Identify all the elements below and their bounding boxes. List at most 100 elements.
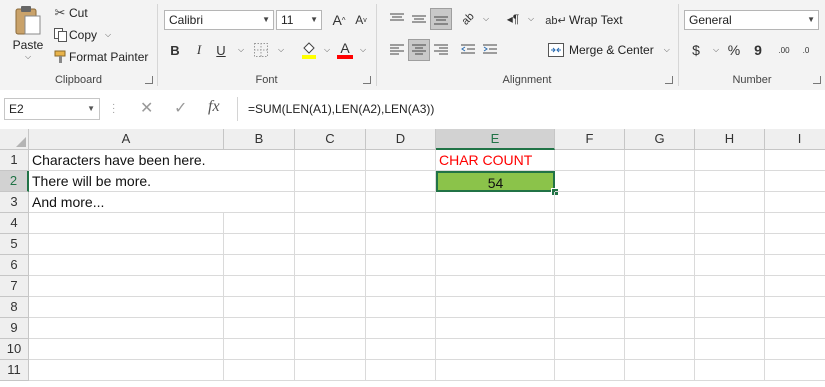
shrink-font-button[interactable]: Av bbox=[350, 9, 372, 31]
cell-d7[interactable] bbox=[366, 276, 436, 297]
cell-a3[interactable]: And more... bbox=[29, 192, 224, 213]
borders-button[interactable] bbox=[250, 39, 272, 61]
cell-a4[interactable] bbox=[29, 213, 224, 234]
cell-b6[interactable] bbox=[224, 255, 295, 276]
number-format-select[interactable]: General ▼ bbox=[684, 10, 819, 30]
cell-i10[interactable] bbox=[765, 339, 825, 360]
cell-g9[interactable] bbox=[625, 318, 695, 339]
cell-b7[interactable] bbox=[224, 276, 295, 297]
cell-d8[interactable] bbox=[366, 297, 436, 318]
italic-button[interactable]: I bbox=[188, 39, 210, 61]
chevron-down-icon[interactable]: ⌵ bbox=[360, 45, 366, 55]
cell-h5[interactable] bbox=[695, 234, 765, 255]
row-header-9[interactable]: 9 bbox=[0, 318, 29, 339]
cell-d1[interactable] bbox=[366, 150, 436, 171]
cell-g2[interactable] bbox=[625, 171, 695, 192]
cut-button[interactable]: ✂ Cut bbox=[52, 4, 88, 22]
cell-d3[interactable] bbox=[366, 192, 436, 213]
row-header-11[interactable]: 11 bbox=[0, 360, 29, 381]
cell-g10[interactable] bbox=[625, 339, 695, 360]
top-align-button[interactable] bbox=[386, 8, 408, 30]
cell-a6[interactable] bbox=[29, 255, 224, 276]
currency-button[interactable]: $ bbox=[685, 39, 707, 61]
chevron-down-icon[interactable]: ⌵ bbox=[483, 14, 489, 24]
cell-f9[interactable] bbox=[555, 318, 625, 339]
cell-g4[interactable] bbox=[625, 213, 695, 234]
percent-button[interactable]: % bbox=[723, 39, 745, 61]
cell-g6[interactable] bbox=[625, 255, 695, 276]
cell-b10[interactable] bbox=[224, 339, 295, 360]
cell-c2[interactable] bbox=[295, 171, 366, 192]
cell-f4[interactable] bbox=[555, 213, 625, 234]
cell-e2[interactable]: 54 bbox=[436, 171, 555, 192]
cell-i1[interactable] bbox=[765, 150, 825, 171]
row-header-8[interactable]: 8 bbox=[0, 297, 29, 318]
cell-g7[interactable] bbox=[625, 276, 695, 297]
chevron-down-icon[interactable]: ⌵ bbox=[238, 45, 244, 55]
cell-h7[interactable] bbox=[695, 276, 765, 297]
increase-decimal-button[interactable]: .00 bbox=[773, 39, 795, 61]
cell-e8[interactable] bbox=[436, 297, 555, 318]
indent-rtl-button[interactable]: ◂¶ bbox=[502, 8, 524, 30]
cell-g8[interactable] bbox=[625, 297, 695, 318]
align-right-button[interactable] bbox=[430, 39, 452, 61]
cell-f8[interactable] bbox=[555, 297, 625, 318]
cell-i5[interactable] bbox=[765, 234, 825, 255]
middle-align-button[interactable] bbox=[408, 8, 430, 30]
cell-f7[interactable] bbox=[555, 276, 625, 297]
cell-d2[interactable] bbox=[366, 171, 436, 192]
row-header-7[interactable]: 7 bbox=[0, 276, 29, 297]
formula-input[interactable]: =SUM(LEN(A1),LEN(A2),LEN(A3)) bbox=[237, 97, 825, 121]
cell-a9[interactable] bbox=[29, 318, 224, 339]
cell-c1[interactable] bbox=[295, 150, 366, 171]
font-dialog-launcher-icon[interactable] bbox=[363, 76, 371, 84]
cell-c8[interactable] bbox=[295, 297, 366, 318]
fill-color-button[interactable] bbox=[298, 39, 320, 61]
cell-c11[interactable] bbox=[295, 360, 366, 381]
cell-d9[interactable] bbox=[366, 318, 436, 339]
cell-i3[interactable] bbox=[765, 192, 825, 213]
cell-f2[interactable] bbox=[555, 171, 625, 192]
cell-i9[interactable] bbox=[765, 318, 825, 339]
cell-d11[interactable] bbox=[366, 360, 436, 381]
cell-a5[interactable] bbox=[29, 234, 224, 255]
cell-f5[interactable] bbox=[555, 234, 625, 255]
column-header-i[interactable]: I bbox=[765, 129, 825, 150]
cell-c5[interactable] bbox=[295, 234, 366, 255]
row-header-1[interactable]: 1 bbox=[0, 150, 29, 171]
column-header-a[interactable]: A bbox=[29, 129, 224, 150]
column-header-e[interactable]: E bbox=[436, 129, 555, 150]
formula-bar-splitter-icon[interactable]: · · · bbox=[112, 100, 115, 118]
cell-c7[interactable] bbox=[295, 276, 366, 297]
row-header-6[interactable]: 6 bbox=[0, 255, 29, 276]
enter-formula-button[interactable]: ✓ bbox=[174, 98, 187, 118]
cell-i6[interactable] bbox=[765, 255, 825, 276]
cell-a2[interactable]: There will be more. bbox=[29, 171, 224, 192]
cell-g11[interactable] bbox=[625, 360, 695, 381]
font-name-select[interactable]: Calibri ▼ bbox=[164, 10, 274, 30]
decrease-decimal-button[interactable]: .0 bbox=[795, 39, 817, 61]
cell-d10[interactable] bbox=[366, 339, 436, 360]
cell-d6[interactable] bbox=[366, 255, 436, 276]
cell-b1[interactable] bbox=[224, 150, 295, 171]
cell-d5[interactable] bbox=[366, 234, 436, 255]
cell-h1[interactable] bbox=[695, 150, 765, 171]
cell-b5[interactable] bbox=[224, 234, 295, 255]
cell-a7[interactable] bbox=[29, 276, 224, 297]
cell-b4[interactable] bbox=[224, 213, 295, 234]
cell-e3[interactable] bbox=[436, 192, 555, 213]
column-header-g[interactable]: G bbox=[625, 129, 695, 150]
increase-indent-button[interactable] bbox=[479, 39, 501, 61]
cell-f11[interactable] bbox=[555, 360, 625, 381]
number-dialog-launcher-icon[interactable] bbox=[813, 76, 821, 84]
cell-f10[interactable] bbox=[555, 339, 625, 360]
cell-e10[interactable] bbox=[436, 339, 555, 360]
format-painter-button[interactable]: Format Painter bbox=[52, 48, 148, 66]
cell-e6[interactable] bbox=[436, 255, 555, 276]
cell-e4[interactable] bbox=[436, 213, 555, 234]
column-header-c[interactable]: C bbox=[295, 129, 366, 150]
font-color-button[interactable]: A bbox=[334, 39, 356, 61]
cell-h4[interactable] bbox=[695, 213, 765, 234]
cell-f1[interactable] bbox=[555, 150, 625, 171]
cell-h9[interactable] bbox=[695, 318, 765, 339]
